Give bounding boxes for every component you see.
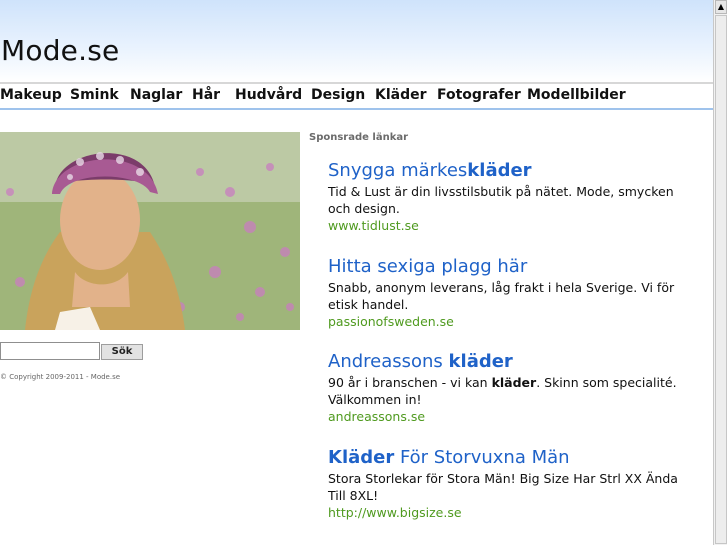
ad-item: Kläder För Storvuxna Män Stora Storlekar… (328, 447, 698, 521)
ad-item: Andreassons kläder 90 år i branschen - v… (328, 351, 698, 425)
ad-description: Tid & Lust är din livsstilsbutik på näte… (328, 184, 674, 216)
ad-url[interactable]: passionofsweden.se (328, 313, 698, 330)
ad-item: Hitta sexiga plagg här Snabb, anonym lev… (328, 256, 698, 330)
nav-item-hudvard[interactable]: Hudvård (235, 87, 302, 103)
nav-item-fotografer[interactable]: Fotografer (437, 87, 521, 103)
scroll-thumb[interactable] (715, 15, 727, 544)
page: Mode.se Makeup Smink Naglar Hår Hudvård … (0, 0, 713, 545)
hero-photo (0, 132, 300, 330)
main-nav: Makeup Smink Naglar Hår Hudvård Design K… (0, 82, 713, 110)
ad-description: Stora Storlekar för Stora Män! Big Size … (328, 471, 678, 503)
nav-item-har[interactable]: Hår (192, 87, 220, 103)
search-input[interactable] (0, 342, 100, 360)
copyright-text: © Copyright 2009-2011 - Mode.se (0, 373, 121, 381)
header: Mode.se (0, 0, 713, 82)
ad-url[interactable]: www.tidlust.se (328, 217, 698, 234)
ad-url[interactable]: andreassons.se (328, 408, 698, 425)
hero-photo-graphic (0, 132, 300, 330)
scroll-up-arrow-icon[interactable]: ▲ (715, 0, 727, 14)
nav-item-smink[interactable]: Smink (70, 87, 119, 103)
ad-title[interactable]: Snygga märkeskläder (328, 160, 698, 182)
ad-title[interactable]: Kläder För Storvuxna Män (328, 447, 698, 469)
ad-url[interactable]: http://www.bigsize.se (328, 504, 698, 521)
nav-item-naglar[interactable]: Naglar (130, 87, 182, 103)
ad-item: Snygga märkeskläder Tid & Lust är din li… (328, 160, 698, 234)
nav-item-design[interactable]: Design (311, 87, 365, 103)
vertical-scrollbar[interactable]: ▲ (713, 0, 727, 545)
ad-title[interactable]: Andreassons kläder (328, 351, 698, 373)
nav-item-modellbilder[interactable]: Modellbilder (527, 87, 626, 103)
nav-item-klader[interactable]: Kläder (375, 87, 427, 103)
site-title[interactable]: Mode.se (1, 34, 119, 67)
ad-description: 90 år i branschen - vi kan kläder. Skinn… (328, 375, 677, 407)
search-button[interactable]: Sök (101, 344, 143, 360)
nav-item-makeup[interactable]: Makeup (0, 87, 62, 103)
ad-description: Snabb, anonym leverans, låg frakt i hela… (328, 280, 675, 312)
ad-title[interactable]: Hitta sexiga plagg här (328, 256, 698, 278)
sponsored-links-heading: Sponsrade länkar (309, 132, 409, 143)
